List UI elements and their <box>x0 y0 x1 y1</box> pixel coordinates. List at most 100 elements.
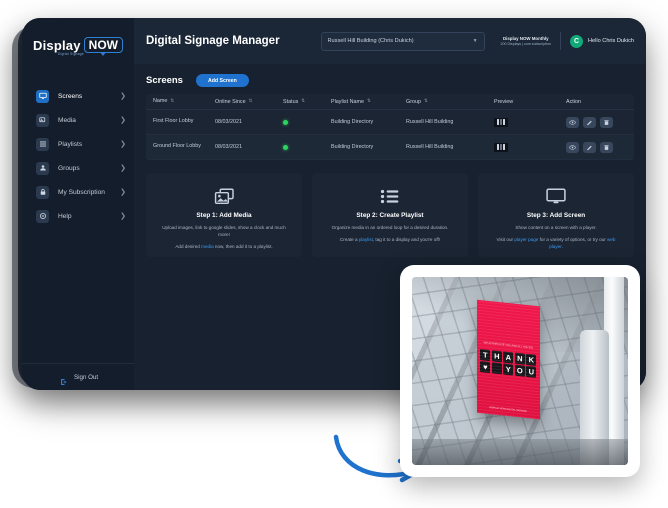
chevron-right-icon: ❯ <box>120 93 126 100</box>
column-label: Online Since <box>215 99 246 105</box>
gear-icon <box>36 210 49 223</box>
status-badge <box>283 120 288 125</box>
sidebar-item-media[interactable]: Media ❯ <box>22 108 134 132</box>
column-label: Action <box>566 99 581 105</box>
step-title: Step 3: Add Screen <box>527 212 585 219</box>
avatar: C <box>570 35 583 48</box>
media-link[interactable]: media <box>201 244 214 249</box>
user-menu[interactable]: C Hello Chris Dukich <box>570 35 634 48</box>
delete-icon[interactable] <box>600 117 613 128</box>
cell-group: Russell Hill Building <box>406 119 494 125</box>
sidebar-item-my-subscription[interactable]: My Subscription ❯ <box>22 180 134 204</box>
playlist-link[interactable]: playlist <box>359 237 373 242</box>
sidebar-item-playlists[interactable]: Playlists ❯ <box>22 132 134 156</box>
monitor-icon <box>36 90 49 103</box>
chevron-right-icon: ❯ <box>120 117 126 124</box>
images-icon <box>214 185 235 207</box>
logo-badge-now: NOW <box>84 37 123 53</box>
cell-playlist: Building Directory <box>331 119 406 125</box>
sign-out-button[interactable]: Sign Out <box>22 363 134 390</box>
step-card-add-media[interactable]: Step 1: Add Media Upload images, link to… <box>146 173 302 257</box>
screen-thumbnail <box>494 118 508 127</box>
step-card-create-playlist[interactable]: Step 2: Create Playlist Organize media i… <box>312 173 468 257</box>
sort-icon: ⇅ <box>170 99 174 104</box>
player-page-link[interactable]: player page <box>514 237 538 242</box>
view-icon[interactable] <box>566 117 579 128</box>
sidebar-item-label: Help <box>58 213 120 220</box>
sidebar-item-help[interactable]: Help ❯ <box>22 204 134 228</box>
column-header-status[interactable]: Status ⇅ <box>283 99 331 105</box>
cell-name: Ground Floor Lobby <box>146 143 215 150</box>
lock-icon <box>36 186 49 199</box>
app-logo[interactable]: Display NOW Digital Signage <box>22 18 134 68</box>
column-label: Preview <box>494 99 513 105</box>
step-desc-mid: for a variety of options, or try our <box>538 237 607 242</box>
sort-icon: ⇅ <box>424 99 428 104</box>
column-header-group[interactable]: Group ⇅ <box>406 99 494 105</box>
step-desc-pre: Create a <box>340 237 359 242</box>
step-title: Step 2: Create Playlist <box>356 212 423 219</box>
sidebar-item-groups[interactable]: Groups ❯ <box>22 156 134 180</box>
sort-icon: ⇅ <box>367 99 371 104</box>
sidebar-item-label: Playlists <box>58 141 120 148</box>
cell-playlist: Building Directory <box>331 144 406 150</box>
edit-icon[interactable] <box>583 142 596 153</box>
column-label: Name <box>153 98 167 105</box>
logo-tagline: Digital Signage <box>58 52 84 56</box>
sidebar-item-label: My Subscription <box>58 189 120 196</box>
delete-icon[interactable] <box>600 142 613 153</box>
sidebar-nav: Screens ❯ Media ❯ Playlists ❯ <box>22 84 134 363</box>
view-icon[interactable] <box>566 142 579 153</box>
chevron-down-icon: ▼ <box>473 38 478 44</box>
monitor-icon <box>545 185 567 207</box>
subscription-info[interactable]: Display NOW Monthly 200 Displays | com s… <box>501 36 551 46</box>
chevron-right-icon: ❯ <box>120 165 126 172</box>
users-icon <box>36 162 49 175</box>
column-label: Status <box>283 99 298 105</box>
sign-out-label: Sign Out <box>74 374 98 381</box>
step-card-add-screen[interactable]: Step 3: Add Screen Show content on a scr… <box>478 173 634 257</box>
topbar-divider <box>560 32 561 50</box>
table-row[interactable]: First Floor Lobby 08/03/2021 Building Di… <box>146 110 634 135</box>
subscription-name: Display NOW Monthly <box>501 36 551 42</box>
onboarding-steps: Step 1: Add Media Upload images, link to… <box>146 173 634 257</box>
column-header-preview: Preview <box>494 99 566 105</box>
step-desc-secondary: Add desired media now, then add it to a … <box>163 244 284 251</box>
cell-preview[interactable] <box>494 143 566 152</box>
signout-icon <box>60 373 68 381</box>
chevron-right-icon: ❯ <box>120 213 126 220</box>
step-desc-secondary: Visit our player page for a variety of o… <box>478 237 634 251</box>
step-desc-primary: Organize media in an ordered loop for a … <box>320 225 461 232</box>
photo-floor <box>412 439 628 465</box>
step-desc-post: . <box>561 244 562 249</box>
building-select-dropdown[interactable]: Russell Hill Building (Chris Dukich) ▼ <box>321 32 485 51</box>
sidebar-item-screens[interactable]: Screens ❯ <box>22 84 134 108</box>
chevron-right-icon: ❯ <box>120 189 126 196</box>
step-desc-post: , tag it to a display and you're off! <box>373 237 440 242</box>
venue-photo: WE APPRECIATE YOU AND ALL YOU DO T H A N… <box>412 277 628 465</box>
image-icon <box>36 114 49 127</box>
column-header-playlist-name[interactable]: Playlist Name ⇅ <box>331 99 406 105</box>
screens-header: Screens Add Screen <box>146 74 634 87</box>
column-label: Group <box>406 99 421 105</box>
cell-preview[interactable] <box>494 118 566 127</box>
cell-status <box>283 145 331 150</box>
edit-icon[interactable] <box>583 117 596 128</box>
column-header-name[interactable]: Name ⇅ <box>146 98 215 105</box>
cell-online-since: 08/03/2021 <box>215 119 283 125</box>
column-label: Playlist Name <box>331 99 364 105</box>
table-row[interactable]: Ground Floor Lobby 08/03/2021 Building D… <box>146 135 634 160</box>
step-desc-pre: Add desired <box>175 244 201 249</box>
sidebar-item-label: Media <box>58 117 120 124</box>
sidebar-item-label: Groups <box>58 165 120 172</box>
list-icon <box>36 138 49 151</box>
building-select-value: Russell Hill Building (Chris Dukich) <box>328 38 473 44</box>
add-screen-button[interactable]: Add Screen <box>196 74 249 87</box>
column-header-online-since[interactable]: Online Since ⇅ <box>215 99 283 105</box>
topbar: Digital Signage Manager Russell Hill Bui… <box>134 18 646 64</box>
playlist-icon <box>380 185 400 207</box>
step-desc-secondary: Create a playlist, tag it to a display a… <box>328 237 452 244</box>
add-screen-label: Add Screen <box>208 78 237 84</box>
column-header-action: Action <box>566 99 634 105</box>
step-title: Step 1: Add Media <box>196 212 251 219</box>
